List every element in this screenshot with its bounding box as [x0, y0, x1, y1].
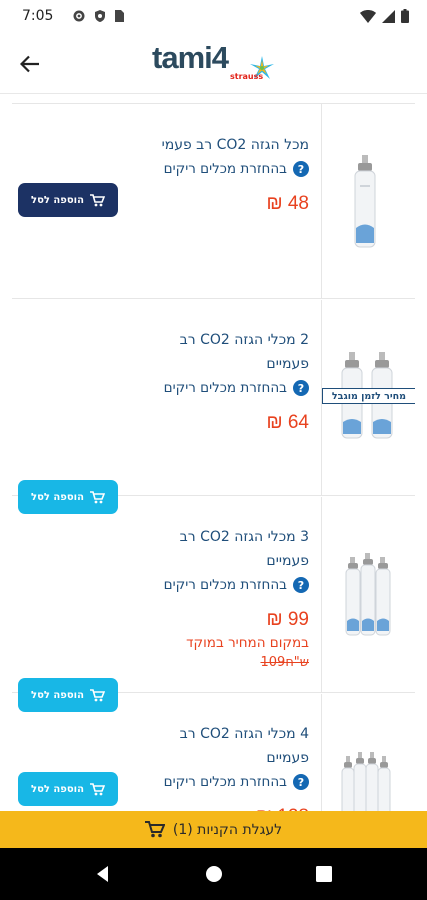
- product-image: [321, 497, 415, 693]
- tami4-logo: tami4 strauss: [152, 40, 282, 88]
- help-icon[interactable]: ?: [293, 380, 309, 396]
- recents-square-icon[interactable]: [314, 864, 334, 884]
- battery-icon: [401, 9, 409, 23]
- status-time: 7:05: [22, 8, 54, 24]
- settings-icon: [73, 10, 85, 22]
- price-note: במקום המחיר במוקד: [186, 635, 309, 651]
- logo-subtitle: strauss: [230, 72, 264, 81]
- add-to-cart-label: הוספה לסל: [31, 194, 84, 206]
- product-image: [321, 103, 415, 299]
- product-item: 2 מכלי הגזה CO2 רב פעמיים ? בהחזרת מכלים…: [12, 300, 415, 514]
- product-image: מחיר לזמן מוגבל: [321, 300, 415, 496]
- product-price: 99 ₪: [266, 609, 309, 630]
- product-item: 3 מכלי הגזה CO2 רב פעמיים ? בהחזרת מכלים…: [12, 497, 415, 712]
- co2-bottles-image: [341, 752, 391, 815]
- back-button[interactable]: [14, 48, 46, 80]
- deposit-text: בהחזרת מכלים ריקים: [163, 577, 287, 593]
- cart-icon: [89, 782, 105, 795]
- add-to-cart-button[interactable]: הוספה לסל: [18, 183, 118, 217]
- product-title: מכל הגזה CO2 רב פעמי: [161, 137, 309, 153]
- product-title: 3 מכלי הגזה CO2 רב פעמיים: [179, 529, 309, 569]
- sim-card-icon: [115, 10, 124, 22]
- product-price: 48 ₪: [266, 193, 309, 214]
- deposit-note: ? בהחזרת מכלים ריקים: [164, 161, 309, 177]
- help-icon[interactable]: ?: [293, 161, 309, 177]
- help-icon[interactable]: ?: [293, 774, 309, 790]
- co2-bottle-image: [354, 155, 376, 248]
- cart-icon: [144, 821, 165, 838]
- product-title: 2 מכלי הגזה CO2 רב פעמיים: [179, 332, 309, 372]
- shield-icon: [95, 10, 105, 22]
- system-nav-bar: [0, 848, 427, 900]
- deposit-text: בהחזרת מכלים ריקים: [163, 161, 287, 177]
- product-image: [321, 694, 415, 815]
- cart-icon: [89, 193, 105, 206]
- signal-icon: [382, 9, 395, 23]
- add-to-cart-button[interactable]: הוספה לסל: [18, 772, 118, 806]
- arrow-left-icon: [20, 55, 39, 73]
- product-list[interactable]: מכל הגזה CO2 רב פעמי ? בהחזרת מכלים ריקי…: [12, 103, 415, 815]
- cart-label: לעגלת הקניות (1): [172, 821, 283, 838]
- co2-bottles-image: [345, 553, 391, 636]
- deposit-text: בהחזרת מכלים ריקים: [163, 774, 287, 790]
- home-circle-icon[interactable]: [204, 864, 224, 884]
- product-item: 4 מכלי הגזה CO2 רב פעמיים ? בהחזרת מכלים…: [12, 694, 415, 815]
- status-bar: 7:05: [0, 0, 427, 34]
- help-icon[interactable]: ?: [293, 577, 309, 593]
- wifi-icon: [360, 9, 376, 23]
- deposit-text: בהחזרת מכלים ריקים: [163, 380, 287, 396]
- deposit-note: ? בהחזרת מכלים ריקים: [164, 380, 309, 396]
- back-triangle-icon[interactable]: [93, 864, 113, 884]
- deposit-note: ? בהחזרת מכלים ריקים: [164, 577, 309, 593]
- add-to-cart-label: הוספה לסל: [31, 783, 84, 795]
- promo-badge: מחיר לזמן מוגבל: [322, 388, 415, 404]
- go-to-cart-button[interactable]: לעגלת הקניות (1): [0, 811, 427, 848]
- old-price: 109ש"ח: [260, 655, 309, 670]
- logo-text: tami4: [152, 40, 229, 75]
- product-title: 4 מכלי הגזה CO2 רב פעמיים: [179, 726, 309, 766]
- deposit-note: ? בהחזרת מכלים ריקים: [164, 774, 309, 790]
- product-item: מכל הגזה CO2 רב פעמי ? בהחזרת מכלים ריקי…: [12, 103, 415, 299]
- product-price: 64 ₪: [266, 412, 309, 433]
- app-header: tami4 strauss: [0, 34, 427, 94]
